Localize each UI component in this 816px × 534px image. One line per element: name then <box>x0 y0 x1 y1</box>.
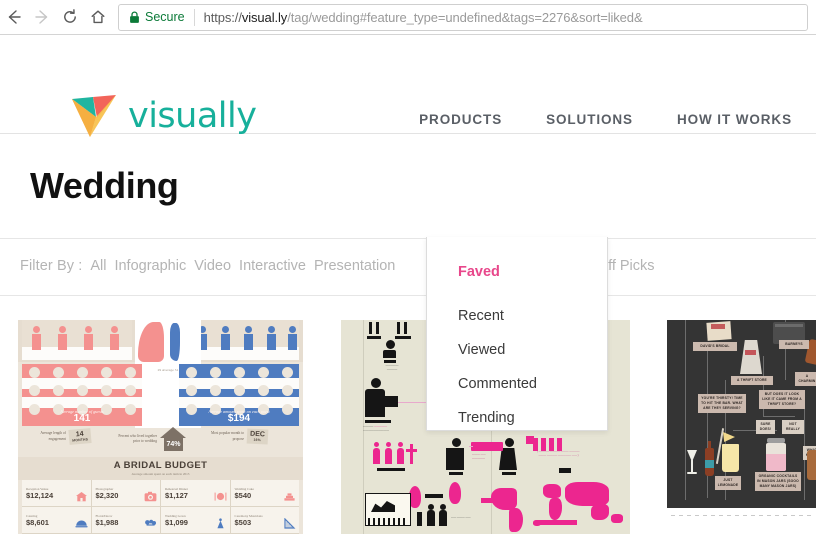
budget-item-value: $503 <box>234 518 252 528</box>
card1-guests-stat: Average number of guests 141 <box>22 364 142 426</box>
card1-engagement-unit: MONTHS <box>72 437 89 443</box>
dinner-icon <box>214 489 227 501</box>
flow-node: JUST LEMONADE <box>715 476 741 490</box>
catering-icon <box>74 516 88 528</box>
main-navigation: PRODUCTS SOLUTIONS HOW IT WORKS <box>419 112 792 127</box>
budget-item: Ceremony Musicians $503 <box>230 507 299 533</box>
card1-cohabit-value: 74% <box>166 440 181 448</box>
card1-budget-subtitle: Average amount spent on each item in 201… <box>131 472 190 476</box>
lock-icon <box>129 10 140 24</box>
card1-spend-value: $194 <box>227 412 251 424</box>
budget-item-value: $540 <box>234 491 252 501</box>
budget-item-value: $2,320 <box>95 491 119 501</box>
card1-propose-tag: DEC 16% <box>246 428 269 445</box>
filter-option-all[interactable]: All <box>90 258 106 274</box>
budget-item: Reception Venue $12,124 <box>22 480 91 506</box>
back-button[interactable] <box>0 3 28 31</box>
url-text: https://visual.ly/tag/wedding#feature_ty… <box>204 10 643 25</box>
result-card-wedding-statistics[interactable]: 29 Average 31 Average number of guests 1… <box>18 320 303 534</box>
filter-by-label: Filter By : <box>20 258 83 274</box>
filter-bar: Filter By : All Infographic Video Intera… <box>0 238 816 296</box>
filter-option-presentation[interactable]: Presentation <box>314 258 395 274</box>
secure-label: Secure <box>145 10 185 24</box>
floral-icon <box>144 516 157 527</box>
flow-node: DAVID'S BRIDAL <box>693 342 737 351</box>
filter-by-group: Filter By : All Infographic Video Intera… <box>20 258 395 274</box>
budget-item: Catering $8,601 <box>22 507 91 533</box>
visually-logo-text: visually <box>128 95 257 136</box>
budget-item-value: $12,124 <box>26 491 54 501</box>
flow-node: BUT DOES IT LOOK LIKE IT CAME FROM A THR… <box>759 390 805 409</box>
filter-option-video[interactable]: Video <box>194 258 231 274</box>
url-scheme: https:// <box>203 9 242 25</box>
sort-menu-spacer <box>427 289 607 299</box>
budget-item-value: $1,127 <box>165 491 188 501</box>
filter-option-interactive[interactable]: Interactive <box>239 258 306 274</box>
budget-item: Floral/Decor $1,988 <box>91 507 160 533</box>
flow-node: A THRIFT STORE <box>731 376 773 385</box>
omnibox-divider <box>193 8 195 26</box>
flow-node: SURE DOES! <box>756 420 775 434</box>
world-map-graphic <box>487 480 629 534</box>
card1-budget-header: A BRIDAL BUDGET Average amount spent on … <box>18 457 303 480</box>
filter-option-staff-picks[interactable]: aff Picks <box>600 258 655 274</box>
sort-dropdown-menu[interactable]: Faved Recent Viewed Commented Trending <box>426 237 608 431</box>
flow-node: YOU'RE THIRSTY! TIME TO HIT THE BAR. WHA… <box>698 394 746 413</box>
page-title: Wedding <box>30 165 179 206</box>
budget-item-value: $1,099 <box>165 518 188 528</box>
visually-logo[interactable]: visually <box>70 93 257 139</box>
house-icon: 74% <box>160 427 187 451</box>
card1-spend-stat: Average amount spent on each guest $194 <box>179 364 299 426</box>
budget-item: Wedding Cake $540 <box>230 480 299 506</box>
result-card-wedding-drinks-flowchart[interactable]: DAVID'S BRIDAL BARNEYS A THRIFT STORE A … <box>667 320 816 534</box>
reload-button[interactable] <box>56 3 84 31</box>
budget-item: Photographer $2,320 <box>91 480 160 506</box>
budget-item-value: $1,988 <box>95 518 119 528</box>
flow-node: ORGANIC COCKTAILS IN MASON JARS (SOOO MA… <box>755 472 801 491</box>
flow-node: BARNEYS <box>779 340 809 349</box>
card1-budget-grid: Reception Venue $12,124 Photographer $2,32… <box>22 480 299 534</box>
nav-link-solutions[interactable]: SOLUTIONS <box>546 112 633 127</box>
card1-cohabit-label: Percent who lived together prior to wedd… <box>118 433 157 443</box>
flow-node: NOT REALLY <box>782 420 804 434</box>
forward-arrow-icon <box>33 8 51 26</box>
filter-option-infographic[interactable]: Infographic <box>114 258 186 274</box>
budget-item-value: $8,601 <box>26 518 49 528</box>
forward-button[interactable] <box>28 3 56 31</box>
card-thumbnail: 29 Average 31 Average number of guests 1… <box>18 320 303 534</box>
gown-icon <box>214 516 227 529</box>
card1-budget-title: A BRIDAL BUDGET <box>113 460 208 471</box>
address-bar[interactable]: Secure https://visual.ly/tag/wedding#fea… <box>118 3 808 31</box>
site-header: visually PRODUCTS SOLUTIONS HOW IT WORKS <box>0 35 816 137</box>
flow-node: A CHARMIN <box>795 372 816 386</box>
sort-option-recent[interactable]: Recent <box>427 299 607 333</box>
home-button[interactable] <box>84 3 112 31</box>
home-icon <box>89 8 107 26</box>
nav-link-products[interactable]: PRODUCTS <box>419 112 502 127</box>
sort-option-viewed[interactable]: Viewed <box>427 333 607 367</box>
budget-item: Wedding Gown $1,099 <box>161 507 230 533</box>
harp-icon <box>283 516 296 529</box>
back-arrow-icon <box>5 8 23 26</box>
reload-icon <box>61 8 79 26</box>
sort-option-commented[interactable]: Commented <box>427 367 607 401</box>
venue-icon <box>75 489 88 502</box>
results-grid: 29 Average 31 Average number of guests 1… <box>0 320 816 534</box>
budget-item: Rehearsal Dinner $1,127 <box>161 480 230 506</box>
card1-engagement-tag: 14 MONTHS <box>68 428 92 445</box>
cake-icon <box>283 489 296 501</box>
card1-propose-label: Most popular month to propose <box>210 431 244 441</box>
sort-option-faved[interactable]: Faved <box>427 255 607 289</box>
browser-toolbar: Secure https://visual.ly/tag/wedding#fea… <box>0 0 816 35</box>
card-thumbnail: DAVID'S BRIDAL BARNEYS A THRIFT STORE A … <box>667 320 816 534</box>
camera-icon <box>144 489 157 502</box>
url-path: /tag/wedding#feature_type=undefined&tags… <box>287 9 643 25</box>
card1-engagement-label: Average length of engagement <box>40 431 66 441</box>
url-host: visual.ly <box>241 9 288 25</box>
sort-option-trending[interactable]: Trending <box>427 401 607 435</box>
nav-link-how-it-works[interactable]: HOW IT WORKS <box>677 112 792 127</box>
visually-logo-icon <box>70 93 118 139</box>
card1-guests-value: 141 <box>73 412 91 424</box>
